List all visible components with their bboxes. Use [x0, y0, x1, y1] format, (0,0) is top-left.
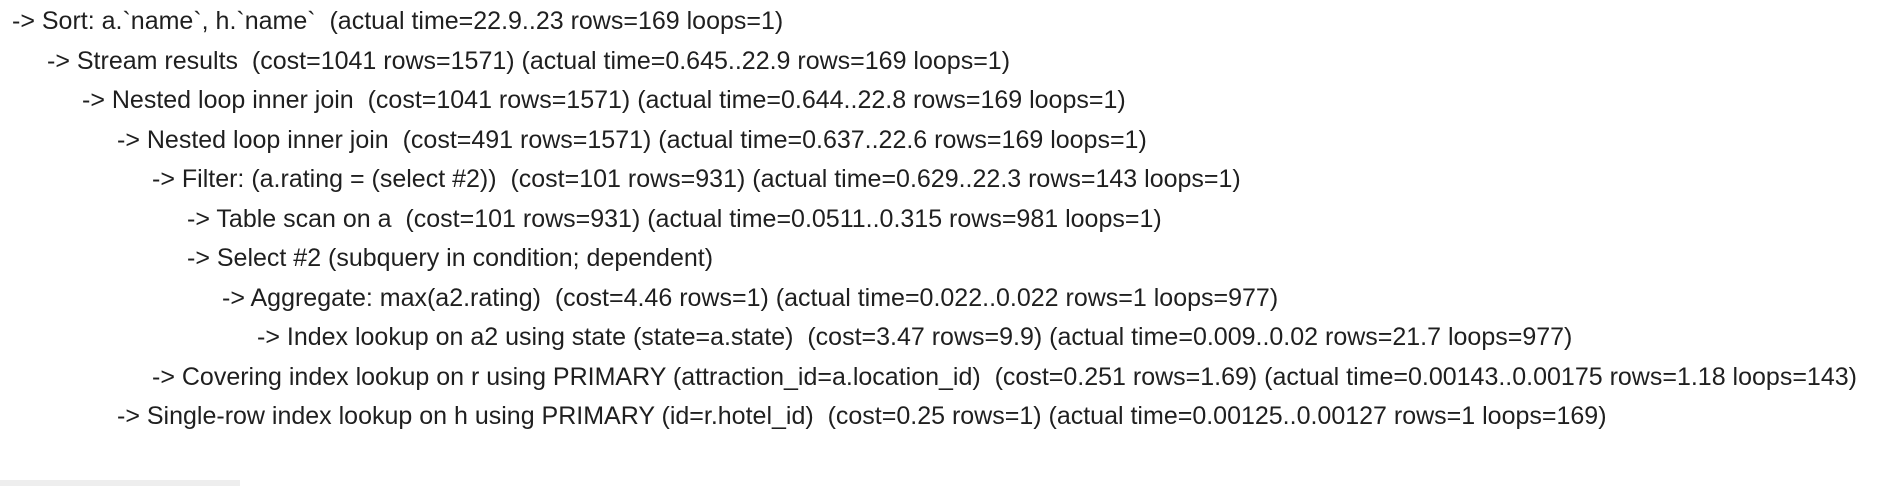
- plan-line-stream-results: -> Stream results (cost=1041 rows=1571) …: [47, 46, 1011, 75]
- explain-plan-output: -> Sort: a.`name`, h.`name` (actual time…: [12, 2, 1874, 437]
- plan-line-nested-loop-1: -> Nested loop inner join (cost=1041 row…: [82, 86, 1126, 114]
- plan-line-single-row-lookup: -> Single-row index lookup on h using PR…: [117, 402, 1607, 430]
- plan-line-sort: -> Sort: a.`name`, h.`name` (actual time…: [12, 7, 784, 35]
- plan-line-filter: -> Filter: (a.rating = (select #2)) (cos…: [152, 165, 1241, 193]
- plan-line-nested-loop-2: -> Nested loop inner join (cost=491 rows…: [117, 125, 1147, 154]
- plan-line-table-scan: -> Table scan on a (cost=101 rows=931) (…: [187, 204, 1162, 233]
- plan-line-select-subquery: -> Select #2 (subquery in condition; dep…: [187, 244, 714, 272]
- plan-line-index-lookup: -> Index lookup on a2 using state (state…: [257, 323, 1573, 351]
- scroll-edge-shadow: [0, 480, 240, 486]
- plan-line-covering-index-lookup: -> Covering index lookup on r using PRIM…: [152, 362, 1857, 391]
- plan-line-aggregate: -> Aggregate: max(a2.rating) (cost=4.46 …: [222, 283, 1279, 312]
